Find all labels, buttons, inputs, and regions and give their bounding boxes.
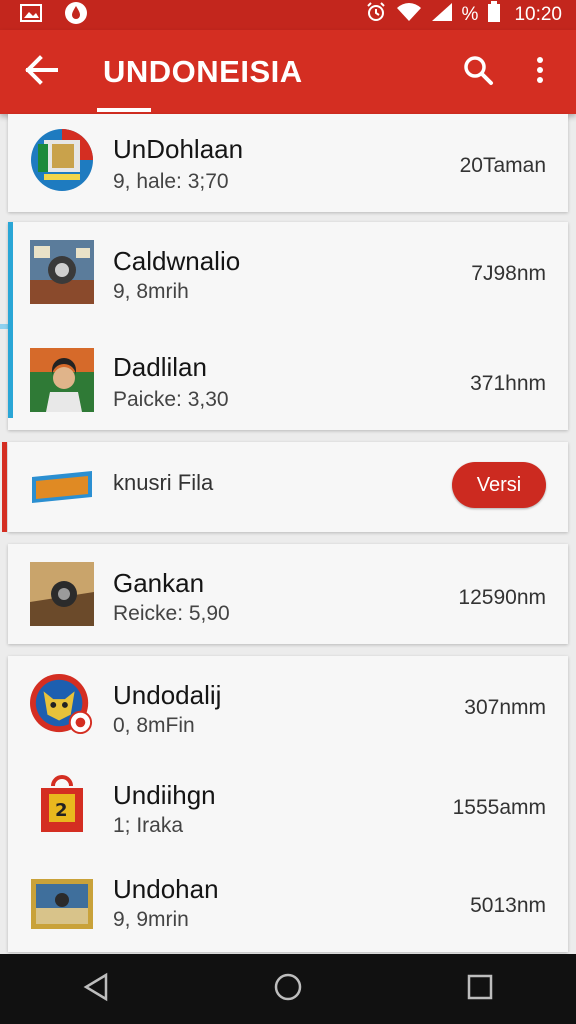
alarm-icon [365, 1, 387, 29]
list-item[interactable]: 2 Undiihgn 1; Iraka 1555amm [8, 754, 568, 852]
item-size: 12590nm [458, 586, 546, 609]
versi-button[interactable]: Versi [452, 462, 546, 508]
app-thumbnail [30, 240, 94, 304]
battery-icon [487, 1, 501, 29]
item-title: Undiihgn [113, 780, 216, 810]
item-title: Caldwnalio [113, 246, 241, 276]
app-bar: UNDONEISIA [0, 30, 576, 114]
list-card: Caldwnalio 9, 8mrih 7J98nm Dadlilan Paic… [8, 222, 568, 430]
home-circle-icon [273, 972, 303, 1007]
nav-home-button[interactable] [258, 959, 318, 1019]
list-card: Undodalij 0, 8mFin 307nmm 2 Undiihgn 1; … [8, 656, 568, 952]
app-thumbnail [30, 672, 94, 736]
search-icon [462, 54, 494, 91]
item-subtitle: 9, 9mrin [113, 908, 189, 931]
list-item[interactable]: Caldwnalio 9, 8mrih 7J98nm [8, 222, 568, 326]
accent-bar [2, 442, 7, 532]
app-thumbnail: 2 [30, 772, 94, 836]
nav-back-button[interactable] [66, 959, 126, 1019]
list-item[interactable]: Dadlilan Paicke: 3,30 371hnm [8, 326, 568, 430]
item-subtitle: Paicke: 3,30 [113, 388, 229, 411]
back-arrow-icon [25, 54, 59, 90]
item-size: 1555amm [452, 796, 546, 819]
item-title: Undodalij [113, 680, 222, 710]
more-options-button[interactable] [520, 50, 560, 94]
back-button[interactable] [20, 50, 64, 94]
item-subtitle: 1; Iraka [113, 814, 184, 837]
list-item[interactable]: Undohan 9, 9mrin 5013nm [8, 852, 568, 952]
status-bar: % 10:20 [0, 0, 576, 30]
list-card: knusri Fila Versi [2, 442, 568, 532]
recents-square-icon [466, 973, 494, 1006]
app-thumbnail [30, 128, 94, 192]
back-triangle-icon [82, 972, 110, 1007]
list-item[interactable]: Undodalij 0, 8mFin 307nmm [8, 656, 568, 754]
item-subtitle: 0, 8mFin [113, 714, 195, 737]
item-subtitle: 9, hale: 3;70 [113, 170, 229, 193]
item-size: 7J98nm [471, 262, 546, 285]
item-size: 371hnm [470, 372, 546, 395]
nav-recents-button[interactable] [450, 959, 510, 1019]
app-thumbnail [30, 562, 94, 626]
svg-text:2: 2 [55, 800, 68, 821]
list-item[interactable]: Gankan Reicke: 5,90 12590nm [8, 544, 568, 644]
wifi-icon [396, 2, 422, 28]
item-size: 307nmm [464, 696, 546, 719]
list-card: Gankan Reicke: 5,90 12590nm [8, 544, 568, 644]
item-title: Gankan [113, 568, 205, 598]
item-subtitle: Reicke: 5,90 [113, 602, 230, 625]
item-subtitle: 9, 8mrih [113, 280, 189, 303]
item-title: UnDohlaan [113, 134, 244, 164]
more-vert-icon [536, 56, 544, 89]
search-button[interactable] [456, 50, 500, 94]
app-thumbnail [30, 872, 94, 936]
item-title: Dadlilan [113, 352, 207, 382]
status-time: 10:20 [514, 4, 562, 25]
item-size: 5013nm [470, 894, 546, 917]
page-title: UNDONEISIA [103, 54, 303, 89]
system-nav-bar [0, 954, 576, 1024]
list-card: UnDohlaan 9, hale: 3;70 20Taman [0, 114, 568, 329]
drop-icon [64, 1, 88, 30]
list-item[interactable]: UnDohlaan 9, hale: 3;70 20Taman [8, 114, 568, 212]
battery-percent-text: % [461, 4, 479, 25]
item-title: Undohan [113, 874, 219, 904]
app-thumbnail [30, 348, 94, 412]
item-title: knusri Fila [113, 470, 214, 495]
signal-icon [431, 2, 453, 28]
app-thumbnail [30, 455, 94, 519]
title-underline [97, 108, 151, 112]
item-size: 20Taman [459, 154, 546, 177]
list-item[interactable]: knusri Fila Versi [8, 442, 568, 532]
image-icon [20, 3, 42, 27]
